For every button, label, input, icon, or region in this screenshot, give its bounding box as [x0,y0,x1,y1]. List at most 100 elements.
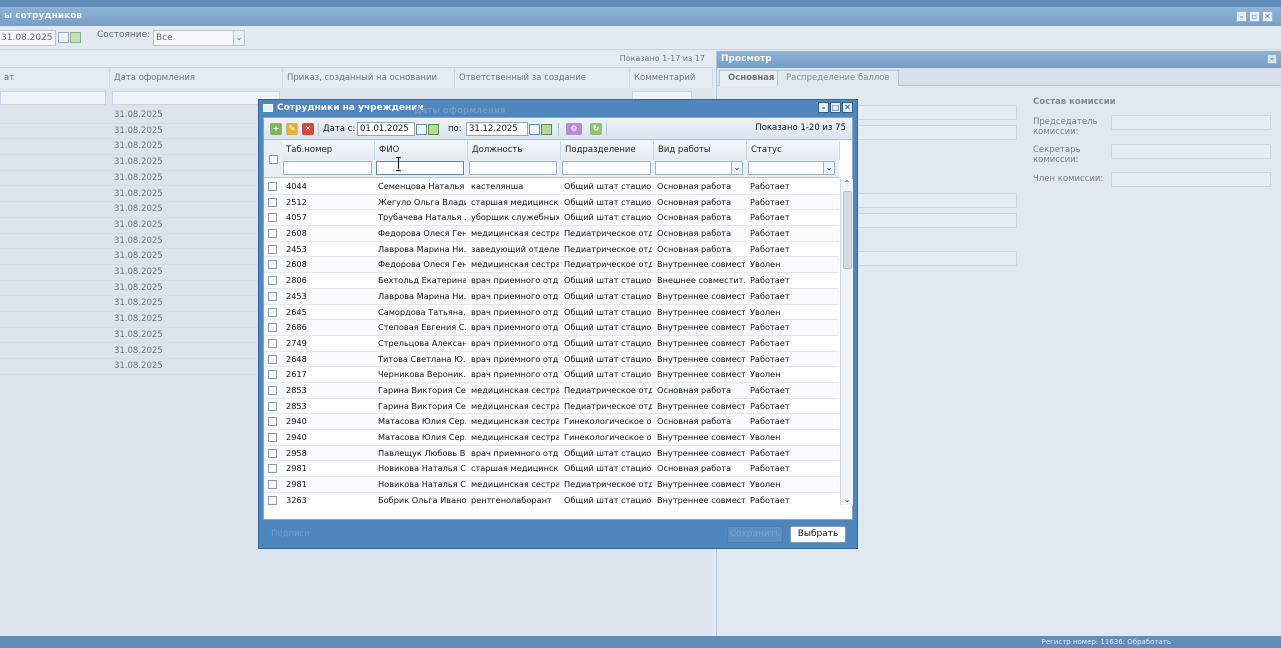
col-header-work-type[interactable]: Вид работы [654,141,747,160]
edit-icon[interactable]: ✎ [286,123,298,135]
cell-status: Работает [750,196,790,207]
table-row[interactable]: 2686 Степовая Евгения С... врач приемного … [264,320,839,336]
table-row[interactable]: 2958 Павлещук Любовь В... врач приемного о… [264,445,839,462]
minimize-icon[interactable]: – [818,102,829,113]
table-row[interactable]: 2981 Новикова Наталья С... старшая медицин… [264,461,839,478]
table-row[interactable]: 2853 Гарина Виктория Се... медицинская сес… [264,382,839,399]
row-checkbox[interactable] [268,480,277,490]
table-row[interactable]: 4057 Трубачева Наталья ... уборщик служебн… [264,210,839,227]
table-row[interactable]: 2853 Гарина Виктория Се... медицинская сес… [264,399,839,415]
refresh-date-icon[interactable] [541,124,552,135]
row-checkbox[interactable] [268,417,277,427]
cell-dep: Педиатрическое отд... [564,400,652,411]
table-row[interactable]: 2617 Черникова Вероник... врач приемного о… [264,367,839,383]
settings-menu-icon[interactable]: ⚙ [566,123,582,135]
add-icon[interactable]: + [270,123,282,135]
cell-status: Работает [750,447,790,458]
col-header-fio[interactable]: ФИО [375,141,468,160]
chevron-down-icon[interactable]: ⌄ [731,162,742,174]
table-row[interactable]: 2608 Федорова Олеся Ген... медицинская сес… [264,226,839,242]
cell-tab: 2853 [286,384,307,395]
dialog-title-bar: Сотрудники на учреждении Даты оформления… [259,100,857,116]
table-row[interactable]: 3263 Бобрик Ольга Ивано... рентгенолаборан… [264,493,839,505]
col-header-tab-number[interactable]: Таб.номер [282,141,375,160]
col-header-status[interactable]: Статус [747,141,840,160]
select-button[interactable]: Выбрать [790,526,846,543]
date-from-input[interactable]: 01.01.2025 [357,122,415,136]
filter-work-type[interactable] [655,161,743,175]
row-checkbox[interactable] [268,338,277,348]
scroll-thumb[interactable] [843,191,852,269]
filter-fio[interactable] [376,161,464,175]
table-row[interactable]: 2512 Жегуло Ольга Влади... старшая медицин… [264,194,839,211]
table-row[interactable]: 2749 Стрельцова Алексан... врач приемного … [264,336,839,352]
separator [318,123,319,136]
row-checkbox[interactable] [268,291,277,301]
row-checkbox[interactable] [268,182,277,191]
row-checkbox[interactable] [268,354,277,364]
row-checkbox[interactable] [268,229,277,239]
table-row[interactable]: 2940 Матасова Юлия Сер... медицинская сест… [264,430,839,446]
cell-fio: Стрельцова Алексан... [378,337,466,348]
save-button[interactable]: Сохранить [727,526,783,543]
calendar-icon[interactable] [416,124,427,135]
table-row[interactable]: 2648 Титова Светлана Ю... врач приемного о… [264,351,839,368]
row-checkbox[interactable] [268,464,277,474]
filter-department[interactable] [562,161,651,175]
cell-fio: Жегуло Ольга Влади... [378,196,466,207]
cell-work: Внутреннее совмест... [657,432,745,442]
date-to-input[interactable]: 31.12.2025 [466,122,528,136]
refresh-date-icon[interactable] [428,124,439,135]
cell-status: Работает [750,181,790,191]
cell-work: Основная работа [657,196,732,207]
calendar-icon[interactable] [529,124,540,135]
scroll-up-icon[interactable]: ⌃ [842,179,852,189]
cell-tab: 2853 [286,400,307,411]
chevron-down-icon[interactable]: ⌄ [823,162,834,174]
cell-status: Работает [750,212,790,223]
col-header-position[interactable]: Должность [468,141,561,160]
row-checkbox[interactable] [268,433,277,442]
col-header-department[interactable]: Подразделение [561,141,654,160]
row-checkbox[interactable] [268,495,277,505]
vertical-scrollbar[interactable]: ⌃ ⌄ [840,179,853,505]
row-checkbox[interactable] [268,244,277,254]
row-checkbox[interactable] [268,401,277,411]
cell-dep: Общий штат стацио... [564,337,652,348]
close-icon[interactable]: ✕ [842,102,853,113]
select-all-checkbox[interactable] [269,155,278,164]
cell-tab: 3263 [286,494,307,505]
cell-pos: врач приемного отд... [471,322,559,333]
filter-status[interactable] [748,161,835,175]
row-checkbox[interactable] [268,385,277,395]
cell-pos: врач приемного отд... [471,447,559,458]
row-checkbox[interactable] [268,260,277,270]
delete-icon[interactable]: ✕ [302,123,314,135]
dialog-title: Сотрудники на учреждении [277,103,424,113]
table-row[interactable]: 4044 Семенцова Наталья ... кастелянша Общий… [264,179,839,195]
employees-rows: 4044 Семенцова Наталья ... кастелянша Общий… [264,179,839,505]
table-row[interactable]: 2453 Лаврова Марина Ни... заведующий отдел… [264,242,839,258]
cell-tab: 2806 [286,275,307,286]
cell-pos: заведующий отделе... [471,243,559,254]
row-checkbox[interactable] [268,307,277,317]
row-checkbox[interactable] [268,276,277,286]
row-checkbox[interactable] [268,323,277,333]
table-row[interactable]: 2940 Матасова Юлия Сер... медицинская сест… [264,414,839,430]
table-row[interactable]: 2806 Бехтольд Екатерина... врач приемного … [264,273,839,289]
cell-tab: 2645 [286,306,307,317]
row-checkbox[interactable] [268,370,277,380]
cell-work: Внутреннее совмест... [657,447,745,458]
filter-position[interactable] [469,161,557,175]
scroll-down-icon[interactable]: ⌄ [842,495,852,505]
row-checkbox[interactable] [268,213,277,223]
table-row[interactable]: 2608 Федорова Олеся Ген... медицинская сес… [264,257,839,274]
row-checkbox[interactable] [268,197,277,207]
filter-tab-number[interactable] [283,161,372,175]
table-row[interactable]: 2645 Самордова Татьяна... врач приемного о… [264,305,839,321]
refresh-icon[interactable]: ↻ [590,123,602,135]
table-row[interactable]: 2981 Новикова Наталья С... медицинская сес… [264,477,839,493]
row-checkbox[interactable] [268,448,277,458]
table-row[interactable]: 2453 Лаврова Марина Ни... врач приемного о… [264,288,839,305]
maximize-icon[interactable]: □ [830,102,841,113]
